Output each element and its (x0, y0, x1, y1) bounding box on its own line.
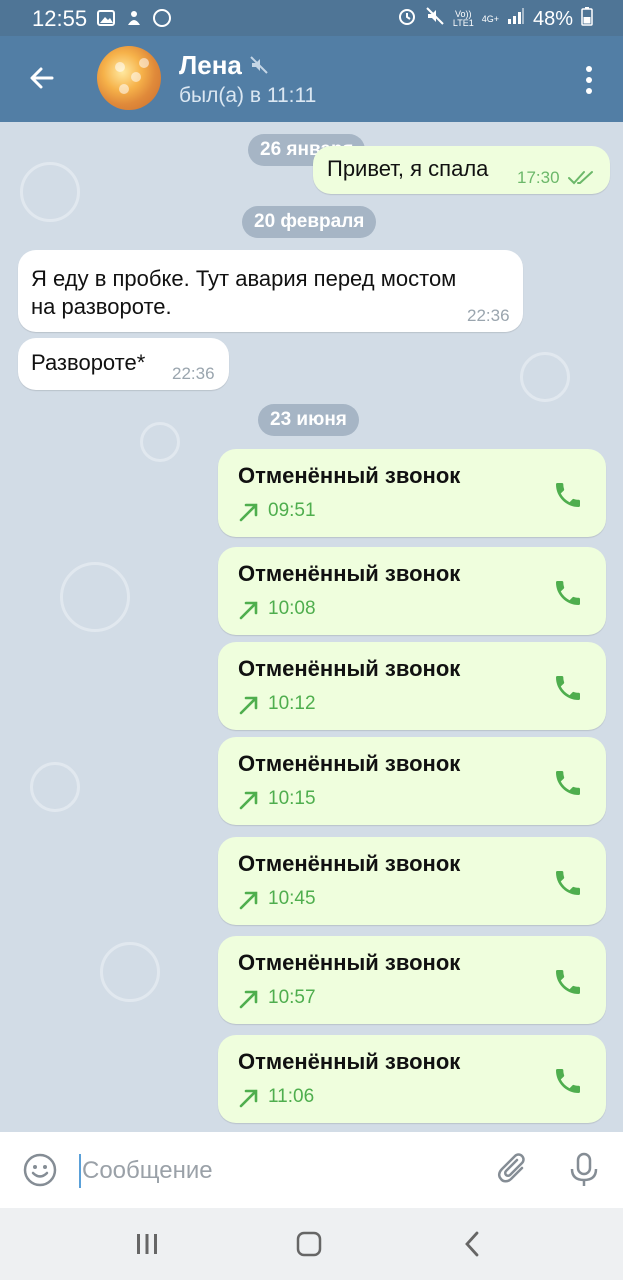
message-input[interactable] (82, 1154, 462, 1188)
phone-icon[interactable] (552, 577, 584, 609)
phone-icon[interactable] (552, 767, 584, 799)
status-time: 12:55 (32, 6, 88, 31)
system-indicators: Vo)) LTE1 4G+ 48% (397, 6, 593, 32)
avatar[interactable] (97, 46, 161, 110)
outgoing-arrow-icon (239, 503, 258, 522)
back-nav-button[interactable] (456, 1228, 488, 1260)
dex-icon (152, 8, 172, 28)
date-separator: 23 июня (258, 404, 359, 436)
chat-area[interactable]: 26 января Привет, я спала 17:30 20 февра… (0, 122, 623, 1132)
network-type: 4G+ (481, 13, 499, 24)
background-doodle (30, 762, 80, 812)
date-separator: 20 февраля (242, 206, 377, 238)
call-bubble[interactable]: Отменённый звонок 10:15 (218, 737, 606, 825)
message-text-line: на развороте. (31, 294, 172, 319)
mute-status-icon (425, 6, 445, 32)
gallery-icon (96, 8, 116, 28)
app-notification-icon (124, 8, 144, 28)
call-time: 10:15 (268, 788, 316, 809)
message-time: 22:36 (467, 306, 510, 325)
battery-icon (581, 6, 593, 32)
call-bubble[interactable]: Отменённый звонок 10:12 (218, 642, 606, 730)
recent-apps-button[interactable] (131, 1228, 163, 1260)
background-doodle (520, 352, 570, 402)
call-time: 09:51 (268, 500, 316, 521)
home-button[interactable] (293, 1228, 325, 1260)
arrow-left-icon (30, 67, 54, 89)
outgoing-arrow-icon (239, 990, 258, 1009)
outgoing-arrow-icon (239, 1089, 258, 1108)
background-doodle (100, 942, 160, 1002)
text-caret (79, 1154, 81, 1188)
call-time: 10:12 (268, 693, 316, 714)
double-check-icon (568, 171, 593, 185)
call-bubble[interactable]: Отменённый звонок 10:08 (218, 547, 606, 635)
paperclip-icon[interactable] (496, 1152, 532, 1188)
call-title: Отменённый звонок (238, 1049, 461, 1074)
back-button[interactable] (22, 58, 62, 98)
call-title: Отменённый звонок (238, 561, 461, 586)
message-time: 17:30 (517, 168, 560, 187)
phone-icon[interactable] (552, 672, 584, 704)
call-title: Отменённый звонок (238, 851, 461, 876)
message-bubble-incoming[interactable]: Я еду в пробке. Тут авария перед мостом … (18, 250, 523, 332)
phone-icon[interactable] (552, 966, 584, 998)
system-navigation-bar (0, 1208, 623, 1280)
more-options-button[interactable] (577, 60, 601, 100)
message-text: Привет, я спала (327, 156, 489, 181)
message-bubble-outgoing[interactable]: Привет, я спала 17:30 (313, 146, 610, 194)
call-time: 11:06 (268, 1086, 315, 1107)
call-title: Отменённый звонок (238, 463, 461, 488)
microphone-icon[interactable] (566, 1151, 602, 1189)
message-input-bar (0, 1132, 623, 1208)
background-doodle (140, 422, 180, 462)
smiley-icon[interactable] (22, 1152, 58, 1188)
status-bar: 12:55 Vo)) LTE1 4G+ 48% (0, 0, 623, 36)
phone-icon[interactable] (552, 867, 584, 899)
recent-apps-icon (137, 1234, 157, 1254)
background-doodle (60, 562, 130, 632)
notification-icons (96, 8, 172, 28)
chevron-left-icon (465, 1231, 479, 1257)
call-time: 10:57 (268, 987, 316, 1008)
outgoing-arrow-icon (239, 891, 258, 910)
outgoing-arrow-icon (239, 696, 258, 715)
contact-status: был(а) в 11:11 (179, 84, 317, 107)
battery-percent: 48% (532, 7, 573, 30)
call-bubble[interactable]: Отменённый звонок 11:06 (218, 1035, 606, 1123)
alarm-icon (397, 6, 417, 32)
home-icon (296, 1231, 322, 1257)
message-text-line: Я еду в пробке. Тут авария перед мостом (31, 266, 457, 291)
background-doodle (20, 162, 80, 222)
call-title: Отменённый звонок (238, 950, 461, 975)
call-title: Отменённый звонок (238, 751, 461, 776)
outgoing-arrow-icon (239, 601, 258, 620)
call-title: Отменённый звонок (238, 656, 461, 681)
call-bubble[interactable]: Отменённый звонок 09:51 (218, 449, 606, 537)
message-time: 22:36 (172, 364, 215, 383)
muted-speaker-icon (250, 56, 268, 79)
volte-indicator: Vo)) LTE1 (452, 9, 474, 28)
contact-name[interactable]: Лена (179, 50, 242, 81)
message-text: Развороте* (31, 350, 146, 375)
phone-icon[interactable] (552, 1065, 584, 1097)
outgoing-arrow-icon (239, 791, 258, 810)
call-bubble[interactable]: Отменённый звонок 10:45 (218, 837, 606, 925)
chat-header: Лена был(а) в 11:11 (0, 36, 623, 122)
message-bubble-incoming[interactable]: Развороте* 22:36 (18, 338, 229, 390)
call-time: 10:45 (268, 888, 316, 909)
call-time: 10:08 (268, 598, 316, 619)
call-bubble[interactable]: Отменённый звонок 10:57 (218, 936, 606, 1024)
signal-icon (507, 7, 525, 31)
phone-icon[interactable] (552, 479, 584, 511)
